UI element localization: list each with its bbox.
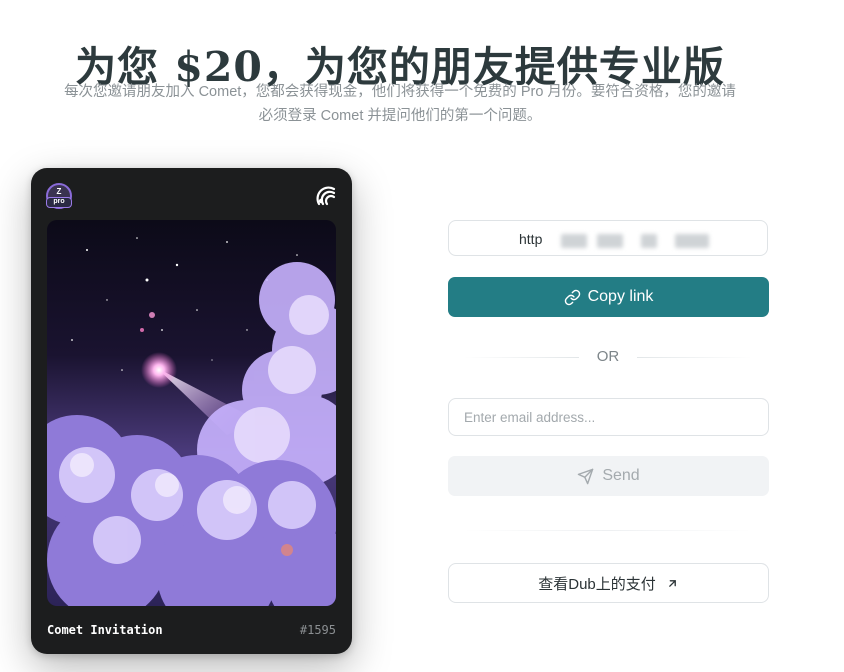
arrow-up-right-icon xyxy=(668,579,676,587)
badge-pro-label: pro xyxy=(46,197,72,208)
obscured-link-segment xyxy=(597,234,623,248)
obscured-link-segment xyxy=(675,234,709,248)
copy-link-button[interactable]: Copy link xyxy=(448,277,769,317)
badge-top-letter: Z xyxy=(56,187,62,196)
obscured-link-segment xyxy=(641,234,657,248)
email-field[interactable] xyxy=(448,398,769,436)
view-payouts-button[interactable]: 查看Dub上的支付 xyxy=(448,563,769,603)
send-button[interactable]: Send xyxy=(448,456,769,496)
section-divider xyxy=(464,530,752,531)
view-payouts-label: 查看Dub上的支付 xyxy=(538,575,656,593)
page-description: 每次您邀请朋友加入 Comet，您都会获得现金，他们将获得一个免费的 Pro 月… xyxy=(64,84,736,124)
link-icon xyxy=(564,289,580,305)
separator-line-right xyxy=(637,357,752,358)
card-title: Comet Invitation xyxy=(47,623,163,637)
send-icon xyxy=(578,468,594,484)
referral-link-field[interactable]: http xyxy=(448,220,768,256)
or-separator: OR xyxy=(464,347,752,367)
comet-artwork-image xyxy=(47,220,336,606)
copy-link-label: Copy link xyxy=(587,288,654,305)
invitation-card: Z pro Comet Invitation #1595 xyxy=(31,168,352,654)
obscured-link-segment xyxy=(561,234,587,248)
send-label: Send xyxy=(602,467,640,484)
referral-link-text: http xyxy=(519,231,543,247)
pro-badge-icon: Z pro xyxy=(46,183,72,209)
comet-logo-icon xyxy=(316,186,336,206)
card-number: #1595 xyxy=(299,623,336,637)
